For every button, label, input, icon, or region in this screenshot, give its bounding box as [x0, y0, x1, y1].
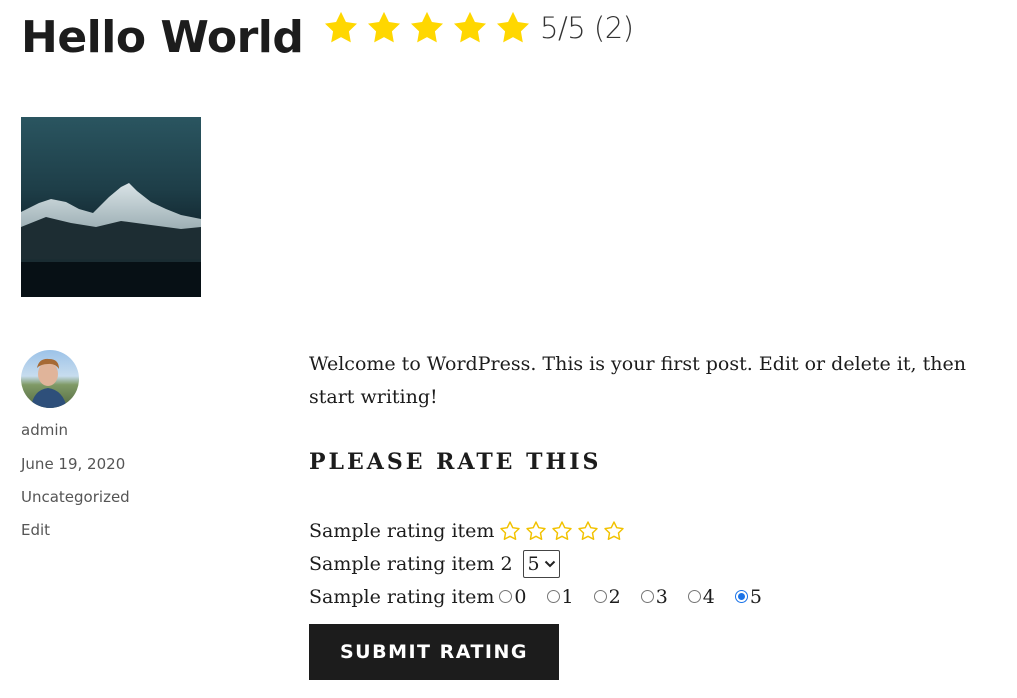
radio-button-4[interactable]: [687, 590, 701, 603]
post-intro: Welcome to WordPress. This is your first…: [309, 353, 966, 408]
rating-row-2: Sample rating item 2 5: [309, 547, 1009, 580]
radio-option: 1: [546, 585, 586, 608]
radio-button-0[interactable]: [499, 590, 513, 603]
avatar-photo: [31, 358, 67, 408]
radio-option: 5: [734, 585, 774, 608]
rating-form: Sample rating item Sample rating item 2 …: [309, 514, 1009, 613]
post-category[interactable]: Uncategorized: [21, 487, 130, 507]
radio-button-1[interactable]: [546, 590, 560, 603]
author-avatar[interactable]: [21, 350, 79, 408]
edit-link[interactable]: Edit: [21, 520, 50, 540]
submit-rating-button[interactable]: SUBMIT RATING: [309, 624, 559, 680]
chevron-down-icon: [544, 560, 555, 567]
rating-select[interactable]: 5: [522, 549, 560, 578]
radio-button-3[interactable]: [640, 590, 654, 603]
aggregate-stars: [322, 9, 537, 47]
radio-option: 0: [499, 586, 538, 608]
radio-label-2: 2: [608, 585, 621, 608]
rating-item-2-label: Sample rating item 2: [309, 552, 513, 575]
rating-radio-group: 0 1 2 3 4 5: [499, 586, 782, 608]
featured-image[interactable]: [21, 117, 201, 297]
mountain-image: [21, 183, 201, 297]
radio-label-1: 1: [561, 585, 574, 608]
radio-button-2[interactable]: [593, 590, 607, 603]
radio-label-0: 0: [514, 585, 527, 608]
aggregate-rating-text: 5/5 (2): [540, 11, 634, 45]
star-icon: [368, 11, 400, 43]
star-outline-icon[interactable]: [603, 520, 625, 542]
star-icon: [325, 11, 357, 43]
star-icon: [497, 11, 529, 43]
radio-button-5[interactable]: [734, 590, 748, 603]
star-outline-icon[interactable]: [551, 520, 573, 542]
star-outline-icon[interactable]: [577, 520, 599, 542]
post-title: Hello World: [21, 12, 304, 63]
radio-label-3: 3: [655, 585, 668, 608]
star-rating-input: [499, 520, 629, 542]
star-outline-icon[interactable]: [525, 520, 547, 542]
radio-option: 4: [687, 585, 727, 608]
radio-option: 2: [593, 585, 633, 608]
rating-select-value: 5: [527, 552, 540, 575]
post-author[interactable]: admin: [21, 420, 68, 440]
rating-row-3: Sample rating item 0 1 2 3 4 5: [309, 580, 1009, 613]
aggregate-rating: 5/5 (2): [322, 9, 634, 47]
star-icon: [411, 11, 443, 43]
radio-label-5: 5: [749, 585, 762, 608]
star-outline-icon[interactable]: [499, 520, 521, 542]
radio-label-4: 4: [702, 585, 715, 608]
star-icon: [454, 11, 486, 43]
rating-item-1-label: Sample rating item: [309, 519, 495, 542]
post-content: Welcome to WordPress. This is your first…: [309, 348, 1009, 613]
radio-option: 3: [640, 585, 680, 608]
rating-item-3-label: Sample rating item: [309, 585, 495, 608]
rating-row-1: Sample rating item: [309, 514, 1009, 547]
post-date[interactable]: June 19, 2020: [21, 454, 125, 474]
rating-heading: PLEASE RATE THIS: [309, 449, 602, 475]
